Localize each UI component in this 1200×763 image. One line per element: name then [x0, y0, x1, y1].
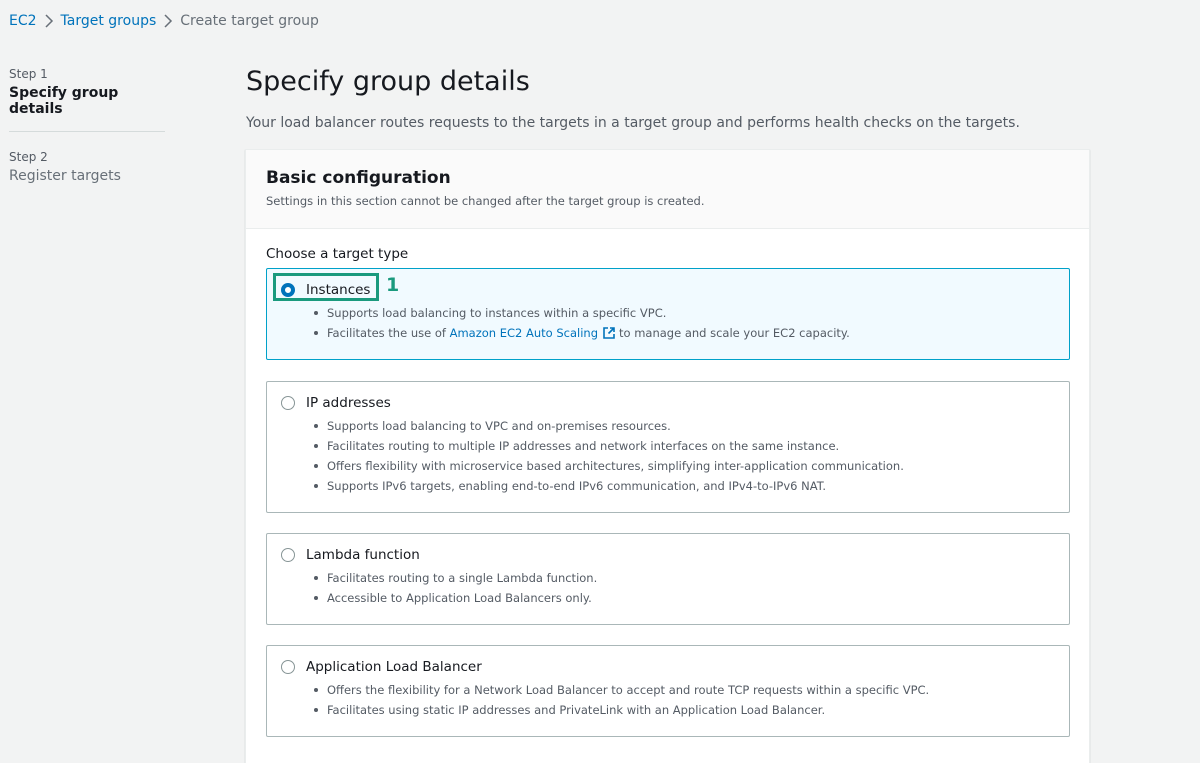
option-bullet-with-link: Facilitates the use of Amazon EC2 Auto S… [312, 325, 850, 345]
option-bullets: Supports load balancing to VPC and on-pr… [312, 418, 904, 498]
option-bullet: Facilitates using static IP addresses an… [312, 702, 929, 722]
wizard-steps: Step 1 Specify group details Step 2 Regi… [9, 67, 165, 184]
step-title: Specify group details [9, 85, 119, 117]
option-bullet: Facilitates routing to a single Lambda f… [312, 570, 597, 590]
chevron-right-icon [156, 14, 180, 28]
option-bullet: Accessible to Application Load Balancers… [312, 590, 597, 610]
option-label: Instances [306, 282, 371, 298]
chevron-right-icon [37, 14, 61, 28]
step-number: Step 1 [9, 67, 48, 81]
page-title: Specify group details [246, 66, 530, 97]
radio-ip-addresses[interactable] [281, 396, 295, 410]
target-type-application-load-balancer[interactable]: Application Load Balancer Offers the fle… [266, 645, 1070, 737]
step-number: Step 2 [9, 150, 48, 164]
step-title: Register targets [9, 168, 121, 184]
breadcrumb-target-groups[interactable]: Target groups [61, 13, 157, 29]
target-type-lambda-function[interactable]: Lambda function Facilitates routing to a… [266, 533, 1070, 625]
panel-subtitle: Settings in this section cannot be chang… [266, 194, 705, 208]
external-link-icon [602, 326, 616, 344]
panel-title: Basic configuration [266, 168, 451, 188]
breadcrumb-current: Create target group [180, 13, 319, 29]
option-bullets: Supports load balancing to instances wit… [312, 305, 850, 345]
option-bullet: Offers the flexibility for a Network Loa… [312, 682, 929, 702]
option-bullets: Offers the flexibility for a Network Loa… [312, 682, 929, 722]
target-type-label: Choose a target type [266, 246, 409, 262]
annotation-number: 1 [386, 274, 400, 296]
basic-configuration-panel: Basic configuration Settings in this sec… [245, 149, 1090, 763]
radio-application-load-balancer[interactable] [281, 660, 295, 674]
option-bullets: Facilitates routing to a single Lambda f… [312, 570, 597, 610]
option-bullet: Supports IPv6 targets, enabling end-to-e… [312, 478, 904, 498]
step-1: Step 1 Specify group details [9, 67, 165, 117]
panel-header: Basic configuration Settings in this sec… [246, 150, 1089, 229]
target-type-instances[interactable]: 1 Instances Supports load balancing to i… [266, 268, 1070, 360]
breadcrumb-ec2[interactable]: EC2 [9, 13, 37, 29]
step-2: Step 2 Register targets [9, 150, 165, 184]
page-description: Your load balancer routes requests to th… [246, 115, 1020, 131]
step-divider [9, 131, 165, 132]
option-label: IP addresses [306, 395, 391, 411]
radio-lambda-function[interactable] [281, 548, 295, 562]
option-bullet: Facilitates routing to multiple IP addre… [312, 438, 904, 458]
auto-scaling-link[interactable]: Amazon EC2 Auto Scaling [450, 326, 598, 340]
breadcrumb: EC2 Target groups Create target group [9, 12, 319, 30]
option-label: Lambda function [306, 547, 420, 563]
option-bullet: Supports load balancing to instances wit… [312, 305, 850, 325]
option-bullet: Offers flexibility with microservice bas… [312, 458, 904, 478]
target-type-ip-addresses[interactable]: IP addresses Supports load balancing to … [266, 381, 1070, 513]
option-bullet: Supports load balancing to VPC and on-pr… [312, 418, 904, 438]
option-label: Application Load Balancer [306, 659, 482, 675]
radio-instances[interactable] [281, 283, 295, 297]
